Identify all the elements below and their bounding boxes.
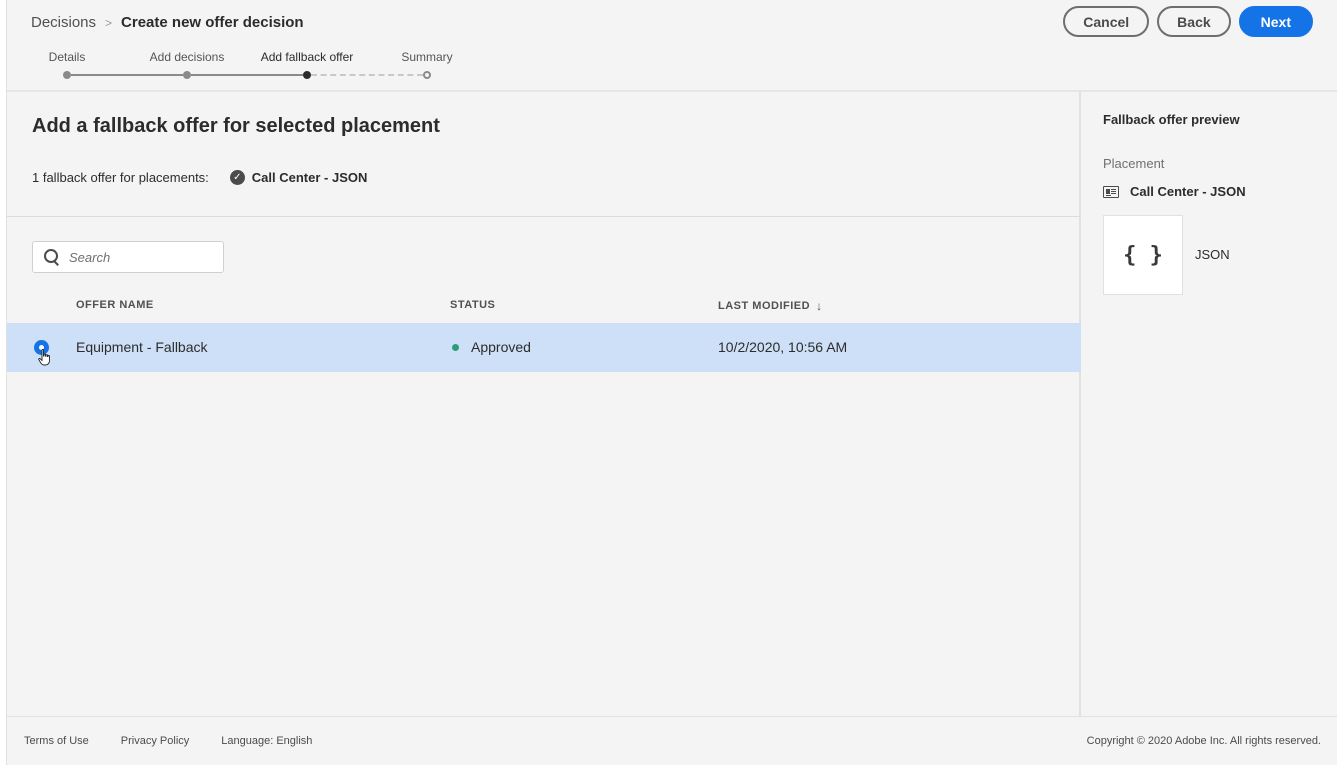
- preview-placement: Call Center - JSON: [1103, 184, 1246, 199]
- left-rail: [0, 0, 7, 765]
- page-footer: Terms of Use Privacy Policy Language: En…: [7, 716, 1337, 765]
- next-button[interactable]: Next: [1238, 6, 1313, 37]
- placement-name: Call Center - JSON: [251, 170, 368, 185]
- column-header-last-modified-label: LAST MODIFIED: [718, 300, 811, 312]
- chevron-right-icon: >: [105, 15, 113, 30]
- step-details-dot: [63, 71, 71, 79]
- footer-links: Terms of Use Privacy Policy Language: En…: [24, 735, 312, 747]
- step-add-decisions-dot: [183, 71, 191, 79]
- step-add-fallback-dot: [303, 71, 311, 79]
- last-modified-cell: 10/2/2020, 10:56 AM: [718, 339, 848, 355]
- checkmark-circle-icon: ✓: [229, 170, 245, 185]
- header-actions: Cancel Back Next: [1063, 6, 1313, 37]
- offer-name-cell[interactable]: Equipment - Fallback: [76, 339, 208, 355]
- search-field[interactable]: [32, 241, 224, 273]
- status-cell: Approved: [452, 339, 531, 355]
- page-header: Decisions > Create new offer decision Ca…: [7, 0, 1337, 92]
- preview-panel-title: Fallback offer preview: [1103, 112, 1240, 127]
- step-connector: [191, 74, 303, 76]
- placement-icon: [1103, 185, 1119, 198]
- language-link[interactable]: English: [276, 735, 312, 747]
- column-header-offer-name[interactable]: OFFER NAME: [76, 299, 154, 311]
- language-selector: Language: English: [221, 735, 312, 747]
- section-divider: [7, 216, 1081, 217]
- step-summary-label: Summary: [401, 50, 453, 64]
- preview-panel: Fallback offer preview Placement Call Ce…: [1083, 92, 1337, 716]
- table-row[interactable]: Equipment - Fallback Approved 10/2/2020,…: [7, 323, 1081, 372]
- step-connector: [71, 74, 183, 76]
- preview-format-label: JSON: [1195, 247, 1230, 262]
- status-text: Approved: [471, 339, 531, 355]
- cancel-button[interactable]: Cancel: [1063, 6, 1150, 37]
- section-title: Add a fallback offer for selected placem…: [32, 115, 440, 137]
- arrow-down-icon[interactable]: ↓: [816, 299, 823, 313]
- privacy-policy-link[interactable]: Privacy Policy: [121, 735, 189, 747]
- step-summary-dot: [423, 71, 431, 79]
- step-add-fallback-label: Add fallback offer: [260, 50, 354, 64]
- step-add-decisions-label: Add decisions: [149, 50, 225, 64]
- search-icon: [44, 249, 60, 265]
- placement-count-text: 1 fallback offer for placements:: [32, 170, 209, 185]
- page-title: Create new offer decision: [121, 14, 304, 31]
- preview-placement-name: Call Center - JSON: [1130, 184, 1246, 199]
- step-details-label: Details: [48, 50, 86, 64]
- copyright-text: Copyright © 2020 Adobe Inc. All rights r…: [1086, 735, 1321, 747]
- placement-summary: 1 fallback offer for placements: ✓ Call …: [32, 170, 367, 185]
- placement-label: Placement: [1103, 156, 1165, 171]
- breadcrumb: Decisions > Create new offer decision: [31, 14, 304, 31]
- column-header-status[interactable]: STATUS: [450, 299, 495, 311]
- json-code-icon: { }: [1103, 215, 1183, 295]
- step-connector-pending: [311, 74, 423, 76]
- progress-stepper: Details Add decisions Add fallback offer…: [7, 50, 507, 84]
- hand-pointer-icon: [38, 349, 50, 366]
- language-label: Language:: [221, 735, 274, 747]
- column-header-last-modified[interactable]: LAST MODIFIED ↓: [718, 299, 823, 313]
- main-content: Add a fallback offer for selected placem…: [7, 92, 1081, 716]
- terms-of-use-link[interactable]: Terms of Use: [24, 735, 89, 747]
- status-approved-dot: [452, 343, 459, 351]
- breadcrumb-decisions-link[interactable]: Decisions: [31, 14, 96, 31]
- back-button[interactable]: Back: [1157, 6, 1231, 37]
- search-input[interactable]: [69, 249, 209, 265]
